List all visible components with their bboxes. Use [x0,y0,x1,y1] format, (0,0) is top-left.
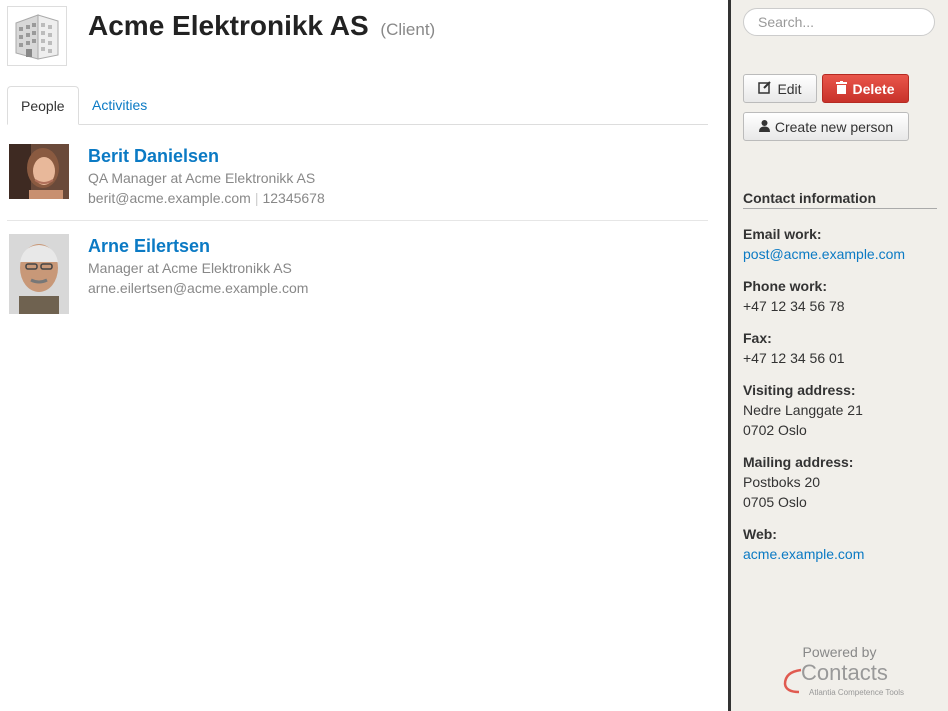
avatar [9,234,69,314]
fax-value: +47 12 34 56 01 [743,350,845,366]
list-item: Berit Danielsen QA Manager at Acme Elekt… [7,131,708,221]
mailing-line1: Postboks 20 [743,474,821,490]
contact-info-heading: Contact information [743,190,937,209]
edit-icon [758,80,772,97]
person-contact: arne.eilertsen@acme.example.com [88,280,308,296]
visiting-line1: Nedre Langgate 21 [743,402,863,418]
delete-label: Delete [852,80,895,97]
edit-button[interactable]: Edit [743,74,817,103]
separator: | [254,190,259,206]
visiting-address-block: Visiting address: Nedre Langgate 21 0702… [743,380,863,440]
company-name: Acme Elektronikk AS [88,10,369,41]
email-link[interactable]: post@acme.example.com [743,244,905,264]
web-link[interactable]: acme.example.com [743,544,864,564]
phone-label: Phone work: [743,278,828,294]
page-title: Acme Elektronikk AS (Client) [88,10,435,42]
brand-name: Contacts [801,660,888,685]
brand-swoosh-icon [783,668,802,694]
person-role: Manager at Acme Elektronikk AS [88,260,292,276]
search-input[interactable] [743,8,935,36]
person-phone: 12345678 [262,190,325,206]
person-role: QA Manager at Acme Elektronikk AS [88,170,316,186]
person-name-link[interactable]: Berit Danielsen [88,146,219,167]
visiting-label: Visiting address: [743,382,856,398]
brand-logo: Contacts Atlantia Competence Tools [783,660,923,700]
mailing-label: Mailing address: [743,454,854,470]
person-contact: berit@acme.example.com | 12345678 [88,190,325,206]
person-email: berit@acme.example.com [88,190,251,206]
brand-subtitle: Atlantia Competence Tools [809,688,905,697]
phone-value: +47 12 34 56 78 [743,298,845,314]
tab-bar: People Activities [7,86,708,125]
email-label: Email work: [743,226,822,242]
mailing-line2: 0705 Oslo [743,494,807,510]
edit-label: Edit [777,80,802,97]
list-item: Arne Eilertsen Manager at Acme Elektroni… [7,221,708,314]
fax-block: Fax: +47 12 34 56 01 [743,328,845,368]
web-block: Web: acme.example.com [743,524,864,564]
trash-icon [836,80,848,97]
company-building-icon [7,6,67,66]
main-content: Acme Elektronikk AS (Client) People Acti… [0,0,728,711]
mailing-address-block: Mailing address: Postboks 20 0705 Oslo [743,452,853,512]
tab-activities[interactable]: Activities [79,86,160,124]
company-type: (Client) [380,20,436,39]
sidebar: Edit Delete Create new person Contact in… [728,0,948,711]
email-block: Email work: post@acme.example.com [743,224,905,264]
person-name-link[interactable]: Arne Eilertsen [88,236,210,257]
delete-button[interactable]: Delete [822,74,909,103]
create-label: Create new person [774,118,894,135]
user-icon [758,119,770,135]
person-email: arne.eilertsen@acme.example.com [88,280,309,296]
fax-label: Fax: [743,330,772,346]
visiting-line2: 0702 Oslo [743,422,807,438]
powered-by-text: Powered by [802,644,877,660]
create-person-button[interactable]: Create new person [743,112,909,141]
avatar [9,144,69,199]
phone-block: Phone work: +47 12 34 56 78 [743,276,845,316]
tab-people[interactable]: People [7,86,79,125]
web-label: Web: [743,526,777,542]
